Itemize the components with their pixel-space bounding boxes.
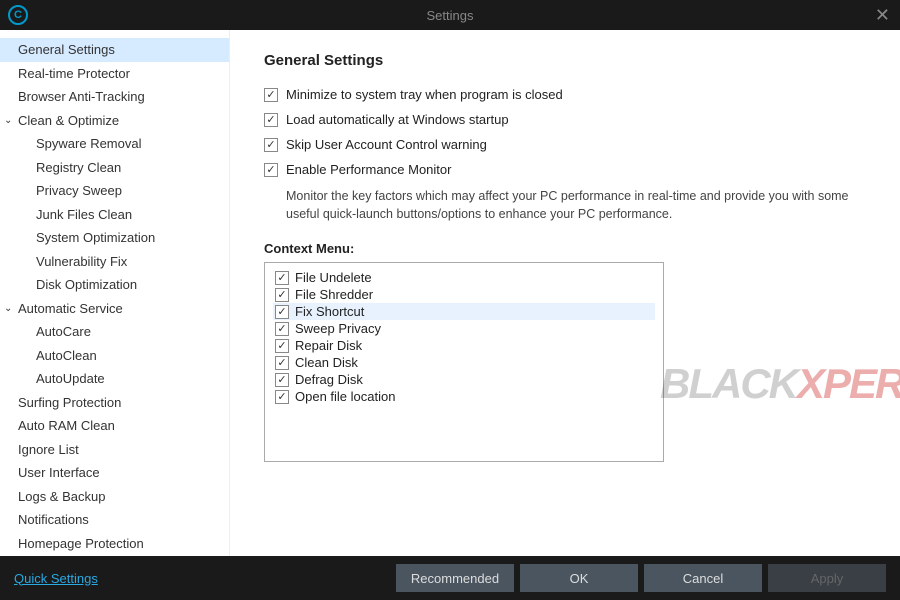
checkbox[interactable]: [264, 113, 278, 127]
checkbox[interactable]: [275, 390, 289, 404]
option-row: Skip User Account Control warning: [264, 137, 866, 152]
sidebar-item[interactable]: AutoClean: [0, 344, 229, 368]
context-menu-item[interactable]: File Shredder: [273, 286, 655, 303]
option-row: Load automatically at Windows startup: [264, 112, 866, 127]
option-label: Skip User Account Control warning: [286, 137, 487, 152]
main-area: General SettingsReal-time ProtectorBrows…: [0, 30, 900, 556]
context-menu-item-label: File Undelete: [295, 270, 372, 285]
sidebar-item[interactable]: AutoCare: [0, 320, 229, 344]
titlebar: C Settings ✕: [0, 0, 900, 30]
apply-button[interactable]: Apply: [768, 564, 886, 592]
context-menu-heading: Context Menu:: [264, 241, 866, 256]
sidebar-item[interactable]: Privacy Sweep: [0, 179, 229, 203]
checkbox[interactable]: [275, 288, 289, 302]
quick-settings-link[interactable]: Quick Settings: [14, 571, 98, 586]
context-menu-list: File Undelete File Shredder Fix Shortcut Sw…: [264, 262, 664, 462]
sidebar-item-label: Automatic Service: [18, 299, 123, 319]
context-menu-item-label: Sweep Privacy: [295, 321, 381, 336]
option-row: Minimize to system tray when program is …: [264, 87, 866, 102]
context-menu-item[interactable]: Repair Disk: [273, 337, 655, 354]
sidebar-item[interactable]: User Interface: [0, 461, 229, 485]
checkbox[interactable]: [275, 356, 289, 370]
panel-heading: General Settings: [264, 52, 866, 69]
context-menu-item[interactable]: Clean Disk: [273, 354, 655, 371]
checkbox[interactable]: [275, 305, 289, 319]
sidebar-item[interactable]: Vulnerability Fix: [0, 250, 229, 274]
sidebar-item[interactable]: System Optimization: [0, 226, 229, 250]
sidebar-group[interactable]: ⌄Automatic Service: [0, 297, 229, 321]
option-label: Enable Performance Monitor: [286, 162, 451, 177]
sidebar-item[interactable]: Logs & Backup: [0, 485, 229, 509]
sidebar-item[interactable]: Notifications: [0, 508, 229, 532]
sidebar-item[interactable]: Ignore List: [0, 438, 229, 462]
context-menu-item-label: Defrag Disk: [295, 372, 363, 387]
recommended-button[interactable]: Recommended: [396, 564, 514, 592]
checkbox[interactable]: [275, 339, 289, 353]
checkbox[interactable]: [275, 271, 289, 285]
checkbox[interactable]: [264, 88, 278, 102]
context-menu-item-label: Fix Shortcut: [295, 304, 364, 319]
window-title: Settings: [427, 8, 474, 23]
sidebar: General SettingsReal-time ProtectorBrows…: [0, 30, 230, 556]
sidebar-item[interactable]: Surfing Protection: [0, 391, 229, 415]
close-icon[interactable]: ✕: [875, 5, 890, 26]
context-menu-item[interactable]: Sweep Privacy: [273, 320, 655, 337]
context-menu-item[interactable]: Fix Shortcut: [273, 303, 655, 320]
sidebar-item[interactable]: AutoUpdate: [0, 367, 229, 391]
sidebar-item[interactable]: Junk Files Clean: [0, 203, 229, 227]
context-menu-item[interactable]: Open file location: [273, 388, 655, 405]
context-menu-item-label: Clean Disk: [295, 355, 358, 370]
settings-panel: General Settings Minimize to system tray…: [230, 30, 900, 556]
sidebar-item[interactable]: Real-time Protector: [0, 62, 229, 86]
sidebar-item[interactable]: Disk Optimization: [0, 273, 229, 297]
sidebar-item[interactable]: General Settings: [0, 38, 229, 62]
app-logo-icon: C: [8, 5, 28, 25]
checkbox[interactable]: [264, 163, 278, 177]
option-row: Enable Performance Monitor: [264, 162, 866, 177]
performance-monitor-description: Monitor the key factors which may affect…: [264, 187, 866, 223]
chevron-down-icon: ⌄: [4, 113, 18, 128]
checkbox[interactable]: [275, 322, 289, 336]
context-menu-item-label: Repair Disk: [295, 338, 362, 353]
sidebar-group[interactable]: ⌄Clean & Optimize: [0, 109, 229, 133]
cancel-button[interactable]: Cancel: [644, 564, 762, 592]
checkbox[interactable]: [264, 138, 278, 152]
sidebar-item[interactable]: Spyware Removal: [0, 132, 229, 156]
context-menu-item-label: File Shredder: [295, 287, 373, 302]
checkbox[interactable]: [275, 373, 289, 387]
sidebar-item[interactable]: Homepage Protection: [0, 532, 229, 556]
context-menu-item[interactable]: File Undelete: [273, 269, 655, 286]
sidebar-item[interactable]: Browser Anti-Tracking: [0, 85, 229, 109]
footer: Quick Settings Recommended OK Cancel App…: [0, 556, 900, 600]
option-label: Load automatically at Windows startup: [286, 112, 509, 127]
sidebar-item-label: Clean & Optimize: [18, 111, 119, 131]
chevron-down-icon: ⌄: [4, 301, 18, 316]
watermark: BLACKXPERIENCE .com: [660, 360, 900, 408]
context-menu-item-label: Open file location: [295, 389, 395, 404]
context-menu-item[interactable]: Defrag Disk: [273, 371, 655, 388]
option-label: Minimize to system tray when program is …: [286, 87, 563, 102]
sidebar-item[interactable]: Auto RAM Clean: [0, 414, 229, 438]
ok-button[interactable]: OK: [520, 564, 638, 592]
sidebar-item[interactable]: Registry Clean: [0, 156, 229, 180]
